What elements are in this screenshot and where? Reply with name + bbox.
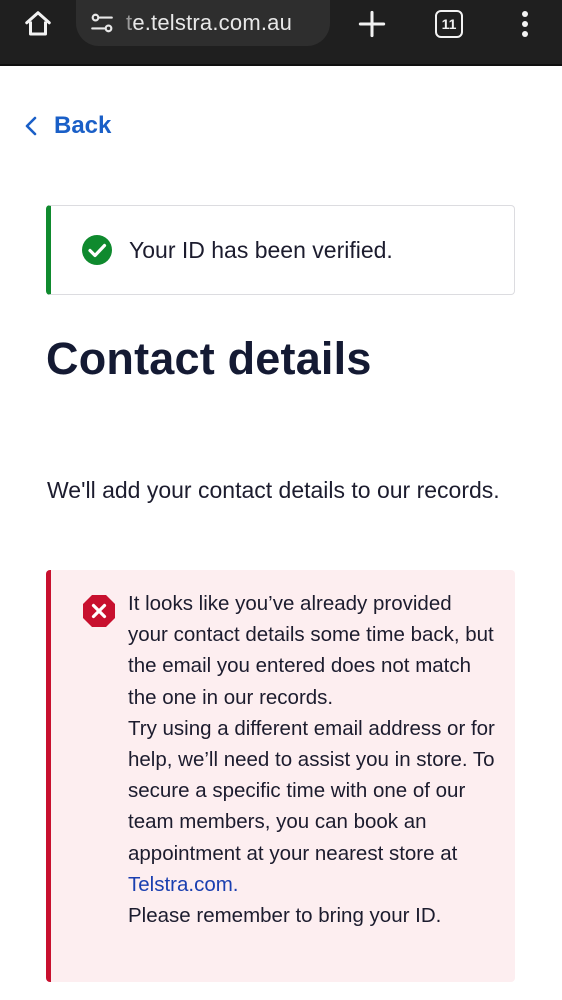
error-line-3: Please remember to bring your ID. [128, 904, 442, 928]
id-verified-banner: Your ID has been verified. [46, 205, 515, 295]
error-line-2: Try using a different email address or f… [128, 713, 495, 900]
browser-menu-button[interactable] [510, 4, 540, 44]
error-line-1: It looks like you’ve already provided yo… [128, 592, 494, 709]
url-domain: e.telstra.com.au [132, 10, 293, 35]
url-text: te.telstra.com.au [126, 10, 292, 36]
page-title: Contact details [46, 333, 372, 384]
tab-count: 11 [441, 16, 457, 32]
tab-switcher-button[interactable]: 11 [430, 6, 468, 42]
chevron-left-icon [20, 114, 44, 138]
tune-icon[interactable] [88, 9, 116, 37]
back-label: Back [54, 112, 112, 139]
new-tab-button[interactable] [352, 4, 392, 44]
home-icon [25, 11, 51, 36]
back-link[interactable]: Back [20, 108, 111, 144]
intro-text: We'll add your contact details to our re… [47, 477, 500, 503]
address-bar[interactable]: te.telstra.com.au [76, 0, 330, 46]
home-button[interactable] [18, 4, 58, 44]
success-message: Your ID has been verified. [129, 236, 393, 263]
error-octagon-icon [82, 594, 116, 628]
email-mismatch-error-banner: It looks like you’ve already provided yo… [46, 570, 515, 982]
error-message: It looks like you’ve already provided yo… [128, 588, 495, 982]
error-line-2-text: Try using a different email address or f… [128, 716, 495, 865]
more-vert-icon [522, 11, 528, 37]
browser-toolbar: te.telstra.com.au 11 [0, 0, 562, 66]
plus-icon [358, 10, 386, 38]
tab-switcher-icon: 11 [435, 10, 463, 38]
check-circle-icon [81, 234, 113, 266]
telstra-link[interactable]: Telstra.com. [128, 873, 239, 896]
